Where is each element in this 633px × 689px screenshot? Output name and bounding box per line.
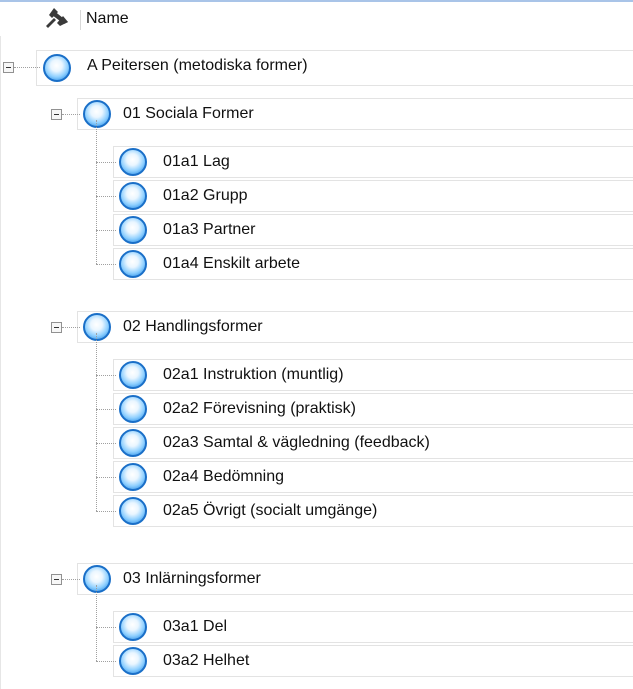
group-1-row[interactable]: 01 Sociala Former <box>77 98 633 130</box>
tree-line <box>96 120 97 264</box>
blue-orb-icon <box>119 216 147 244</box>
tree-line <box>96 409 116 410</box>
tree-line <box>96 627 116 628</box>
group-3-row[interactable]: 03 Inlärningsformer <box>77 563 633 595</box>
group-3-label: 03 Inlärningsformer <box>123 570 261 587</box>
tree-line <box>96 585 97 661</box>
item-3-2-row[interactable]: 03a2 Helhet <box>113 645 633 677</box>
group-1-label: 01 Sociala Former <box>123 105 254 122</box>
item-1-1-label: 01a1 Lag <box>163 153 230 170</box>
tree-line <box>96 162 116 163</box>
name-column-header[interactable]: Name <box>86 2 129 36</box>
item-1-1-row[interactable]: 01a1 Lag <box>113 146 633 178</box>
blue-orb-icon <box>119 148 147 176</box>
group-2-collapse-toggle[interactable] <box>51 322 62 333</box>
blue-orb-icon <box>119 182 147 210</box>
tree-line <box>96 661 116 662</box>
pin-icon[interactable] <box>44 6 72 32</box>
item-1-4-label: 01a4 Enskilt arbete <box>163 255 300 272</box>
item-1-3-label: 01a3 Partner <box>163 221 256 238</box>
item-3-2-label: 03a2 Helhet <box>163 652 250 669</box>
group-2-row[interactable]: 02 Handlingsformer <box>77 311 633 343</box>
root-collapse-toggle[interactable] <box>3 62 14 73</box>
blue-orb-icon <box>119 497 147 525</box>
blue-orb-icon <box>83 100 111 128</box>
tree-line <box>96 264 116 265</box>
item-3-1-row[interactable]: 03a1 Del <box>113 611 633 643</box>
item-2-4-label: 02a4 Bedömning <box>163 468 284 485</box>
blue-orb-icon <box>43 54 71 82</box>
item-2-2-label: 02a2 Förevisning (praktisk) <box>163 400 356 417</box>
item-3-1-label: 03a1 Del <box>163 618 228 635</box>
blue-orb-icon <box>119 613 147 641</box>
item-2-5-label: 02a5 Övrigt (socialt umgänge) <box>163 502 378 519</box>
tree-root-row[interactable]: A Peitersen (metodiska former) <box>36 50 633 86</box>
column-header[interactable]: Name <box>0 2 633 36</box>
blue-orb-icon <box>83 313 111 341</box>
tree-line <box>96 511 116 512</box>
tree-line <box>96 477 116 478</box>
item-1-4-row[interactable]: 01a4 Enskilt arbete <box>113 248 633 280</box>
item-2-1-row[interactable]: 02a1 Instruktion (muntlig) <box>113 359 633 391</box>
tree-root-label: A Peitersen (metodiska former) <box>87 57 308 74</box>
header-separator <box>80 10 81 30</box>
blue-orb-icon <box>119 361 147 389</box>
tree-left-edge <box>0 36 1 689</box>
tree-line <box>62 327 80 328</box>
item-2-3-label: 02a3 Samtal & vägledning (feedback) <box>163 434 430 451</box>
item-2-4-row[interactable]: 02a4 Bedömning <box>113 461 633 493</box>
tree-line <box>96 333 97 511</box>
tree-line <box>96 230 116 231</box>
tree-line <box>62 114 80 115</box>
item-1-2-row[interactable]: 01a2 Grupp <box>113 180 633 212</box>
item-2-2-row[interactable]: 02a2 Förevisning (praktisk) <box>113 393 633 425</box>
blue-orb-icon <box>119 250 147 278</box>
tree-line <box>96 443 116 444</box>
item-2-3-row[interactable]: 02a3 Samtal & vägledning (feedback) <box>113 427 633 459</box>
tree-line <box>14 67 40 68</box>
blue-orb-icon <box>83 565 111 593</box>
blue-orb-icon <box>119 429 147 457</box>
blue-orb-icon <box>119 647 147 675</box>
group-2-label: 02 Handlingsformer <box>123 318 263 335</box>
item-2-5-row[interactable]: 02a5 Övrigt (socialt umgänge) <box>113 495 633 527</box>
group-1-collapse-toggle[interactable] <box>51 109 62 120</box>
blue-orb-icon <box>119 395 147 423</box>
tree-line <box>96 196 116 197</box>
item-2-1-label: 02a1 Instruktion (muntlig) <box>163 366 344 383</box>
item-1-2-label: 01a2 Grupp <box>163 187 248 204</box>
item-1-3-row[interactable]: 01a3 Partner <box>113 214 633 246</box>
group-3-collapse-toggle[interactable] <box>51 574 62 585</box>
blue-orb-icon <box>119 463 147 491</box>
tree-line <box>96 375 116 376</box>
tree-line <box>62 579 80 580</box>
